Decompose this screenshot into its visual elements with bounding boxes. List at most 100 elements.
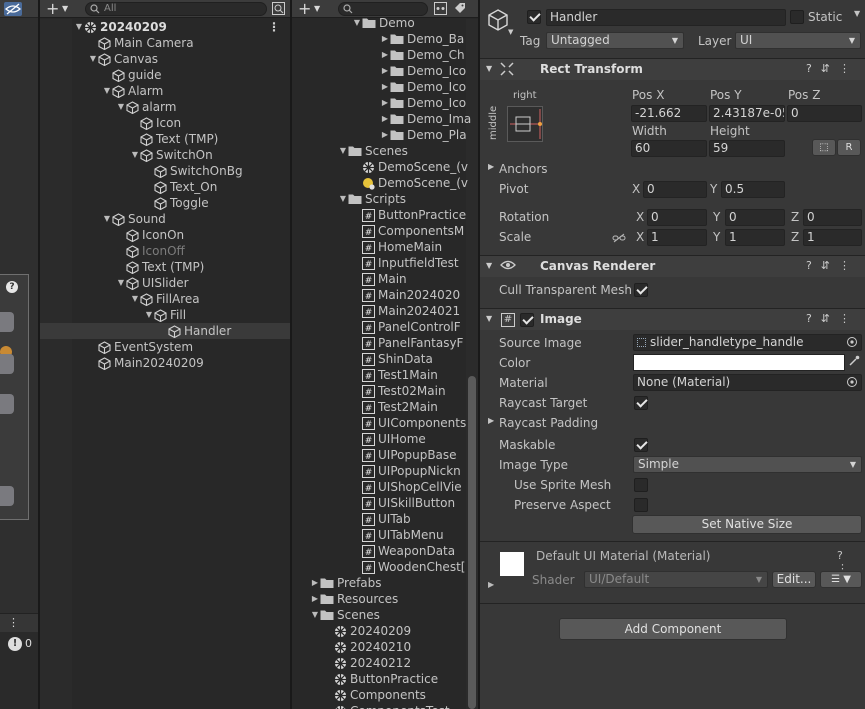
layer-dropdown[interactable]: UI ▼ — [735, 32, 861, 49]
hierarchy-item[interactable]: ▼ 20240209 ⋮ — [40, 19, 290, 35]
foldout-arrow-icon[interactable]: ▶ — [380, 79, 390, 95]
hierarchy-item[interactable]: IconOn — [40, 227, 290, 243]
pos-z-field[interactable]: 0 — [787, 105, 862, 122]
shader-dropdown[interactable]: UI/Default ▼ — [584, 571, 768, 588]
hierarchy-item[interactable]: Toggle — [40, 195, 290, 211]
raycast-target-checkbox[interactable] — [634, 396, 648, 410]
scene-search-icon[interactable] — [272, 2, 285, 18]
filter-label-icon[interactable] — [454, 2, 466, 17]
project-scrollbar-thumb[interactable] — [468, 376, 476, 709]
project-item[interactable]: # Main2024020 — [352, 287, 460, 303]
project-item[interactable]: # UIHome — [352, 431, 426, 447]
foldout-arrow-icon[interactable]: ▶ — [380, 47, 390, 63]
shader-menu-button[interactable]: ☰ ▼ — [820, 571, 862, 588]
collapse-arrow-icon[interactable]: ▼ — [486, 261, 492, 270]
add-component-button[interactable]: Add Component — [559, 618, 787, 640]
material-field[interactable]: None (Material) — [633, 374, 862, 391]
project-search-input[interactable] — [338, 2, 428, 16]
maskable-checkbox[interactable] — [634, 438, 648, 452]
image-type-dropdown[interactable]: Simple ▼ — [633, 456, 862, 473]
project-item[interactable]: DemoScene_(v — [352, 159, 468, 175]
hierarchy-item[interactable]: ▼ Sound — [40, 211, 290, 227]
preserve-aspect-checkbox[interactable] — [634, 498, 648, 512]
hierarchy-item[interactable]: guide — [40, 67, 290, 83]
project-item[interactable]: ▼ Scenes — [338, 143, 408, 159]
project-item[interactable]: 20240210 — [324, 639, 411, 655]
object-picker-icon[interactable] — [846, 376, 858, 390]
add-object-button[interactable]: + — [46, 0, 59, 18]
image-component-header[interactable]: ▼ # Image ?⇵⋮ — [480, 308, 865, 330]
component-menu-icons[interactable]: ?⇵⋮ — [806, 62, 859, 75]
hierarchy-item[interactable]: Main20240209 — [40, 355, 290, 371]
project-item[interactable]: # UIPopupNickn — [352, 463, 461, 479]
project-item[interactable]: # Test02Main — [352, 383, 446, 399]
rot-z-field[interactable]: 0 — [803, 209, 862, 226]
hierarchy-item[interactable]: ▼ FillArea — [40, 291, 290, 307]
canvas-renderer-header[interactable]: ▼ Canvas Renderer ?⇵⋮ — [480, 255, 865, 277]
object-name-field[interactable]: Handler — [546, 9, 786, 26]
active-checkbox[interactable] — [527, 10, 541, 24]
foldout-arrow-icon[interactable]: ▶ — [310, 591, 320, 607]
console-kebab[interactable]: ⋮ — [0, 614, 38, 632]
rot-x-field[interactable]: 0 — [647, 209, 707, 226]
foldout-arrow-icon[interactable]: ▶ — [380, 63, 390, 79]
project-item[interactable]: # WeaponData — [352, 543, 455, 559]
pos-x-field[interactable]: -21.662 — [631, 105, 707, 122]
project-item[interactable]: ▶ Demo_Ima — [380, 111, 471, 127]
raw-edit-button[interactable]: R — [837, 139, 861, 156]
project-item[interactable]: # UIPopupBase — [352, 447, 457, 463]
hierarchy-item[interactable]: ▼ Alarm — [40, 83, 290, 99]
blueprint-mode-button[interactable]: ⬚ — [812, 139, 836, 156]
project-item[interactable]: # HomeMain — [352, 239, 442, 255]
hierarchy-item[interactable]: EventSystem — [40, 339, 290, 355]
set-native-size-button[interactable]: Set Native Size — [632, 515, 862, 534]
project-item[interactable]: # Main2024021 — [352, 303, 460, 319]
project-item[interactable]: ▶ Demo_Pla — [380, 127, 467, 143]
project-item[interactable]: # UITab — [352, 511, 411, 527]
create-asset-button[interactable]: + — [298, 0, 311, 18]
constrain-proportions-icon[interactable] — [612, 232, 626, 246]
project-item[interactable]: # UIComponents — [352, 415, 466, 431]
project-item[interactable]: # InputfieldTest — [352, 255, 459, 271]
chevron-down-icon[interactable]: ▼ — [62, 4, 68, 13]
project-item[interactable]: 20240209 — [324, 623, 411, 639]
project-item[interactable]: ▶ Demo_Ch — [380, 47, 465, 63]
project-item[interactable]: ▶ Prefabs — [310, 575, 382, 591]
foldout-arrow-icon[interactable]: ▼ — [74, 19, 84, 35]
foldout-arrow-icon[interactable]: ▼ — [338, 143, 348, 159]
scene-view-strip[interactable]: ? ⋮ ! 0 — [0, 0, 38, 709]
foldout-arrow-icon[interactable]: ▶ — [310, 575, 320, 591]
width-field[interactable]: 60 — [631, 140, 707, 157]
static-checkbox[interactable] — [790, 10, 804, 24]
color-swatch[interactable] — [633, 354, 845, 371]
raycast-padding-arrow-icon[interactable]: ▶ — [488, 416, 494, 425]
component-menu-icons[interactable]: ?⇵⋮ — [806, 259, 859, 272]
cull-transparent-checkbox[interactable] — [634, 283, 648, 297]
foldout-arrow-icon[interactable]: ▶ — [380, 127, 390, 143]
foldout-arrow-icon[interactable]: ▼ — [130, 291, 140, 307]
project-item[interactable]: # ShinData — [352, 351, 433, 367]
hierarchy-item[interactable]: ▼ alarm — [40, 99, 290, 115]
pivot-y-field[interactable]: 0.5 — [721, 181, 785, 198]
foldout-arrow-icon[interactable]: ▶ — [380, 95, 390, 111]
project-item[interactable]: ComponentsTest — [324, 703, 450, 709]
foldout-arrow-icon[interactable]: ▼ — [130, 147, 140, 163]
pivot-x-field[interactable]: 0 — [643, 181, 707, 198]
foldout-arrow-icon[interactable]: ▼ — [144, 307, 154, 323]
rect-transform-header[interactable]: ▼ Rect Transform ?⇵⋮ — [480, 58, 865, 80]
scene-kebab-icon[interactable]: ⋮ — [268, 19, 280, 35]
component-menu-icons[interactable]: ?⇵⋮ — [806, 312, 859, 325]
height-field[interactable]: 59 — [709, 140, 785, 157]
filter-type-icon[interactable] — [434, 2, 447, 18]
collapse-arrow-icon[interactable]: ▼ — [486, 314, 492, 323]
error-icon[interactable]: ! — [8, 637, 22, 651]
material-foldout-arrow-icon[interactable]: ▶ — [488, 580, 494, 589]
anchor-preset-button[interactable] — [507, 106, 543, 142]
anchors-label[interactable]: Anchors — [499, 162, 548, 176]
project-item[interactable]: ▶ Demo_Ico — [380, 95, 466, 111]
edit-shader-button[interactable]: Edit... — [772, 571, 816, 588]
anchors-arrow-icon[interactable]: ▶ — [488, 162, 494, 171]
project-item[interactable]: # UIShopCellVie — [352, 479, 462, 495]
project-item[interactable]: ▶ Demo_Ico — [380, 79, 466, 95]
foldout-arrow-icon[interactable]: ▼ — [116, 275, 126, 291]
